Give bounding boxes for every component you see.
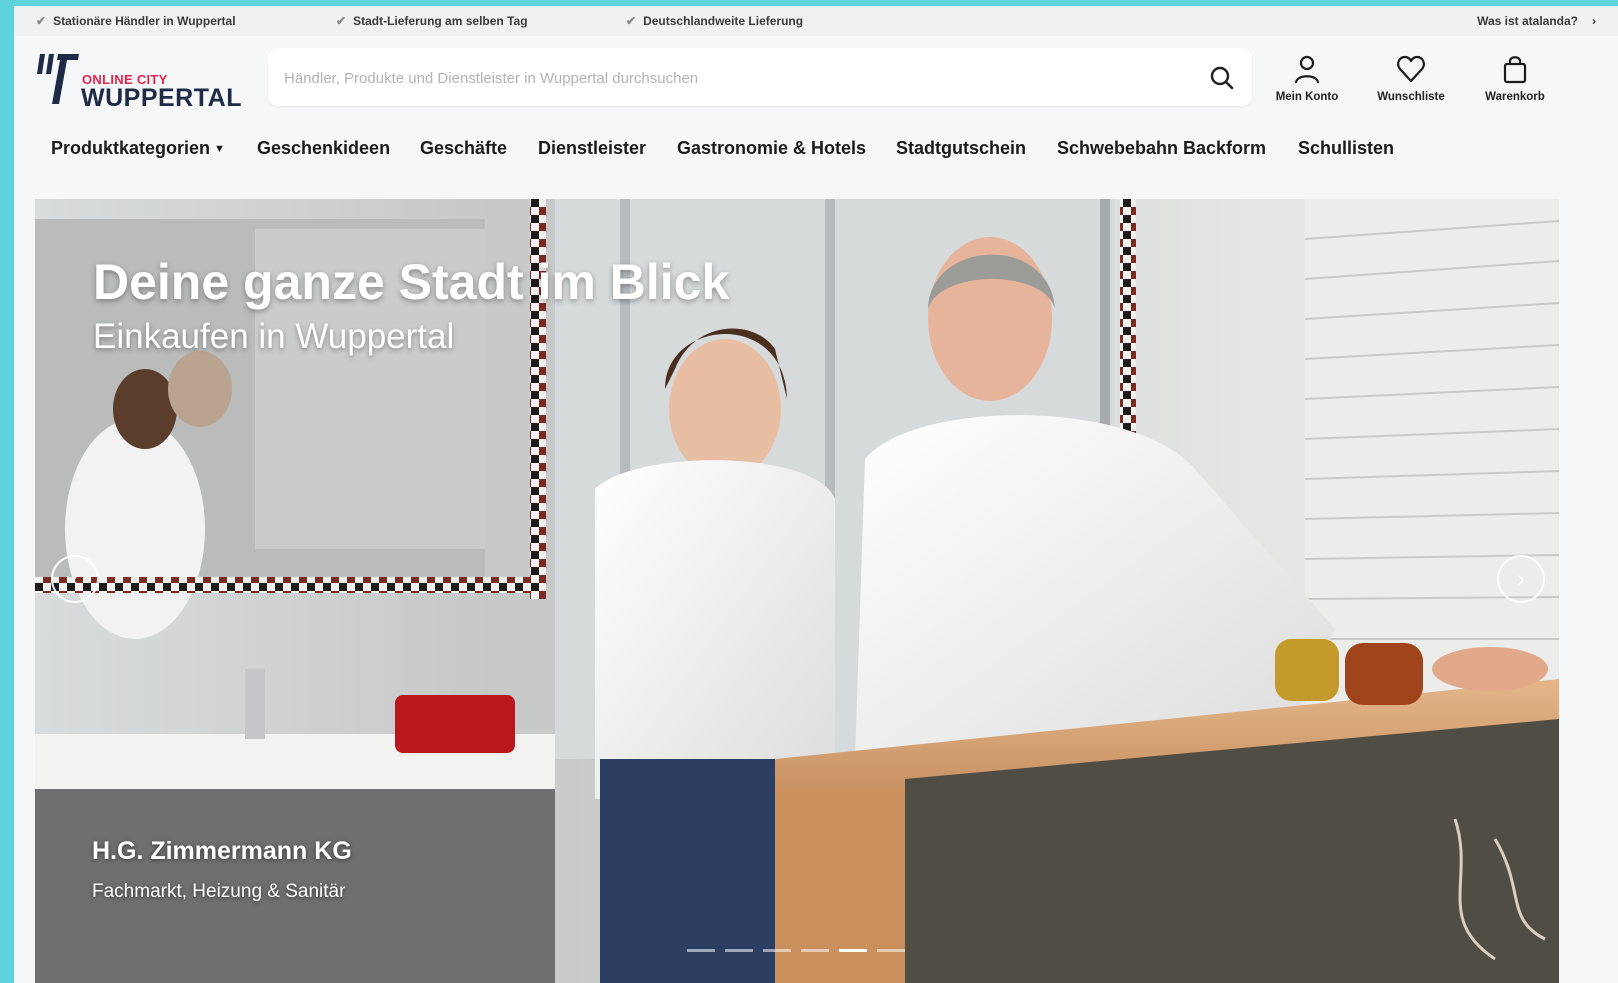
nav-item-geschenkideen[interactable]: Geschenkideen	[257, 138, 390, 159]
usp-label: Stationäre Händler in Wuppertal	[53, 14, 236, 28]
hero-subtitle: Einkaufen in Wuppertal	[93, 317, 455, 356]
slider-dot[interactable]	[725, 949, 753, 952]
nav-item-produktkategorien[interactable]: Produktkategorien ▼	[51, 138, 225, 159]
wishlist-label: Wunschliste	[1377, 91, 1445, 103]
caret-down-icon: ▼	[214, 143, 225, 155]
nav-item-dienstleister[interactable]: Dienstleister	[538, 138, 646, 159]
nav-item-gastronomie-hotels[interactable]: Gastronomie & Hotels	[677, 138, 866, 159]
usp-label: Stadt-Lieferung am selben Tag	[353, 14, 528, 28]
usp-bar: ✔ Stationäre Händler in Wuppertal ✔ Stad…	[14, 6, 1618, 36]
featured-shop-description: Fachmarkt, Heizung & Sanitär	[92, 881, 346, 902]
logo[interactable]: ONLINE CITY WUPPERTAL	[36, 50, 256, 112]
heart-icon	[1397, 55, 1425, 83]
slider-dot[interactable]	[763, 949, 791, 952]
cart-button[interactable]: Warenkorb	[1470, 54, 1560, 103]
search-icon[interactable]	[1208, 64, 1236, 92]
site-header: ONLINE CITY WUPPERTAL Mein Konto W	[14, 36, 1618, 126]
chevron-right-icon: ›	[1592, 14, 1596, 28]
slider-next-button[interactable]: ›	[1497, 555, 1545, 603]
main-nav: Produktkategorien ▼ Geschenkideen Geschäf…	[14, 126, 1618, 176]
slider-dot[interactable]	[687, 949, 715, 952]
slider-dot[interactable]	[839, 949, 867, 952]
chevron-right-icon: ›	[1517, 566, 1525, 591]
user-icon	[1294, 55, 1320, 84]
wishlist-button[interactable]: Wunschliste	[1366, 54, 1456, 103]
nav-item-stadtgutschein[interactable]: Stadtgutschein	[896, 138, 1026, 159]
slider-prev-button[interactable]: ‹	[51, 555, 99, 603]
slider-dot[interactable]	[877, 949, 905, 952]
hero-slider[interactable]: Deine ganze Stadt im Blick Einkaufen in …	[35, 199, 1559, 983]
usp-item: ✔ Stadt-Lieferung am selben Tag	[336, 14, 528, 28]
cart-label: Warenkorb	[1485, 91, 1545, 103]
account-button[interactable]: Mein Konto	[1262, 54, 1352, 103]
logo-title: WUPPERTAL	[81, 84, 242, 112]
nav-item-schwebebahn-backform[interactable]: Schwebebahn Backform	[1057, 138, 1266, 159]
check-icon: ✔	[336, 14, 347, 28]
about-atalanda-label[interactable]: Was ist atalanda?	[1477, 14, 1578, 28]
slider-indicators	[687, 949, 905, 952]
check-icon: ✔	[626, 14, 637, 28]
nav-item-label: Produktkategorien	[51, 138, 211, 158]
check-icon: ✔	[36, 14, 47, 28]
account-label: Mein Konto	[1275, 91, 1339, 103]
page: ✔ Stationäre Händler in Wuppertal ✔ Stad…	[14, 6, 1618, 983]
usp-label: Deutschlandweite Lieferung	[643, 14, 804, 28]
logo-mark-icon	[37, 54, 79, 104]
usp-item: ✔ Deutschlandweite Lieferung	[626, 14, 803, 28]
hero-title: Deine ganze Stadt im Blick	[93, 254, 730, 310]
slider-dot[interactable]	[801, 949, 829, 952]
about-atalanda-link[interactable]: Was ist atalanda? ›	[1477, 14, 1596, 28]
chevron-left-icon: ‹	[71, 566, 79, 591]
nav-item-geschaefte[interactable]: Geschäfte	[420, 138, 507, 159]
shopping-bag-icon	[1503, 56, 1527, 84]
nav-item-schullisten[interactable]: Schullisten	[1298, 138, 1394, 159]
search-box	[268, 48, 1252, 108]
usp-item: ✔ Stationäre Händler in Wuppertal	[36, 14, 236, 28]
featured-shop-name[interactable]: H.G. Zimmermann KG	[92, 837, 352, 866]
search-input[interactable]	[282, 48, 1186, 108]
